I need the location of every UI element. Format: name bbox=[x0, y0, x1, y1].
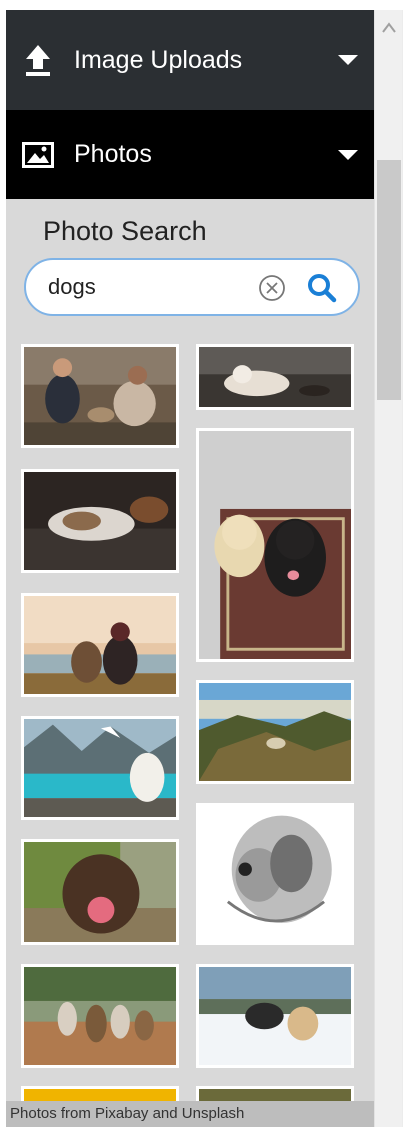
photo-result-dog-licking-nose[interactable] bbox=[21, 839, 179, 945]
photo-result-dog-and-person-sunset[interactable] bbox=[21, 593, 179, 697]
photo-result-two-dogs-on-rug[interactable] bbox=[196, 428, 354, 662]
footer-middle: and bbox=[148, 1105, 182, 1122]
image-uploads-header[interactable]: Image Uploads bbox=[6, 10, 374, 110]
upload-icon bbox=[26, 45, 50, 76]
unsplash-link[interactable]: Unsplash bbox=[182, 1105, 245, 1122]
footer-prefix: Photos from bbox=[10, 1105, 96, 1122]
photo-result-mountain-landscape-dog[interactable] bbox=[196, 680, 354, 784]
photos-header[interactable]: Photos bbox=[6, 110, 374, 199]
search-box bbox=[24, 258, 360, 316]
photo-panel: Image Uploads Photos Photo Search dogs P… bbox=[6, 10, 374, 1127]
image-uploads-label: Image Uploads bbox=[74, 45, 243, 74]
search-icon[interactable] bbox=[306, 272, 338, 304]
photo-result-dog-sketch[interactable] bbox=[196, 803, 354, 945]
image-icon bbox=[22, 141, 54, 168]
chevron-down-icon[interactable] bbox=[338, 149, 358, 160]
scrollbar[interactable] bbox=[374, 10, 403, 1127]
photo-result-dog-walker-group[interactable] bbox=[21, 964, 179, 1068]
photo-result-white-dog-lying[interactable] bbox=[196, 344, 354, 410]
photo-result-dog-by-lake[interactable] bbox=[21, 716, 179, 820]
clear-icon[interactable] bbox=[258, 274, 286, 302]
photos-label: Photos bbox=[74, 140, 152, 168]
scroll-up-arrow-icon[interactable] bbox=[375, 10, 403, 50]
photo-result-people-with-dog[interactable] bbox=[21, 344, 179, 448]
photo-credits-footer: Photos from Pixabay and Unsplash bbox=[6, 1101, 374, 1127]
search-input[interactable] bbox=[48, 270, 248, 304]
scrollbar-thumb[interactable] bbox=[377, 160, 401, 400]
pixabay-link[interactable]: Pixabay bbox=[95, 1105, 148, 1122]
photo-result-dogs-playing-snow[interactable] bbox=[196, 964, 354, 1068]
chevron-down-icon[interactable] bbox=[338, 55, 358, 65]
photo-search-title: Photo Search bbox=[43, 216, 207, 246]
photo-result-husky-on-couch[interactable] bbox=[21, 469, 179, 573]
page-edge bbox=[402, 10, 417, 1127]
